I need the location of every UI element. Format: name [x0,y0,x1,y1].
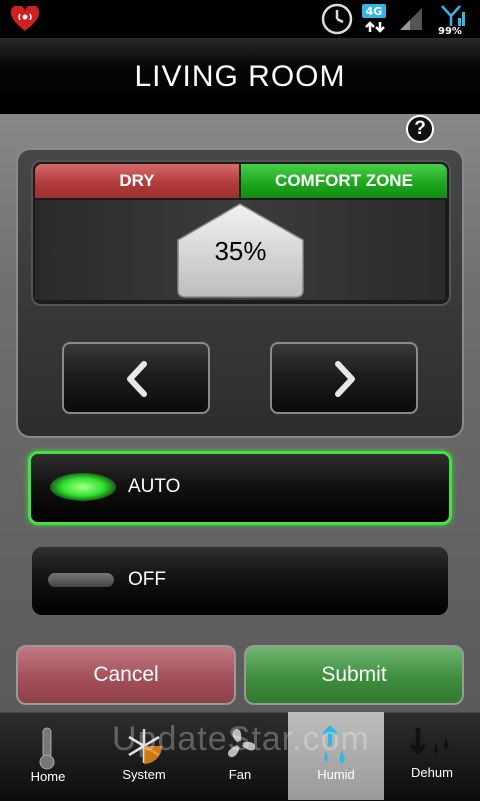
iheart-icon [10,6,40,31]
thermometer-icon [39,727,55,770]
decrease-button[interactable] [62,342,210,414]
dry-segment: DRY [35,164,241,198]
4g-icon: 4G [362,4,386,33]
off-led-indicator [48,573,114,587]
clock-icon [321,3,353,35]
help-icon[interactable]: ? [406,115,434,143]
battery-level: 99% [438,26,462,37]
chevron-left-icon [127,361,147,397]
nav-dehum-label: Dehum [411,765,453,780]
humidity-value: 35% [214,236,267,266]
watermark: UpdateStar.com [112,720,370,758]
auto-led-indicator [50,473,116,501]
cancel-button[interactable]: Cancel [16,645,236,705]
submit-button[interactable]: Submit [244,645,464,705]
nav-home-label: Home [30,769,66,784]
nav-humid-label: Humid [317,767,355,782]
nav-fan-label: Fan [228,767,252,782]
dehum-icon [409,728,449,756]
header: LIVING ROOM [0,38,480,115]
wifi-signal-icon [441,5,465,26]
signal-icon [400,8,422,30]
nav-system-label: System [122,767,166,782]
increase-button[interactable] [270,342,418,414]
page-title: LIVING ROOM [134,60,346,93]
status-bar: 4G 99% [0,0,480,38]
off-mode-label: OFF [128,569,166,590]
svg-text:4G: 4G [366,5,383,18]
chevron-right-icon [335,361,355,397]
auto-mode-label: AUTO [128,476,181,497]
comfort-zone-segment: COMFORT ZONE [241,164,447,198]
nav-dehum[interactable]: Dehum [384,712,480,800]
nav-home[interactable]: Home [0,712,96,800]
